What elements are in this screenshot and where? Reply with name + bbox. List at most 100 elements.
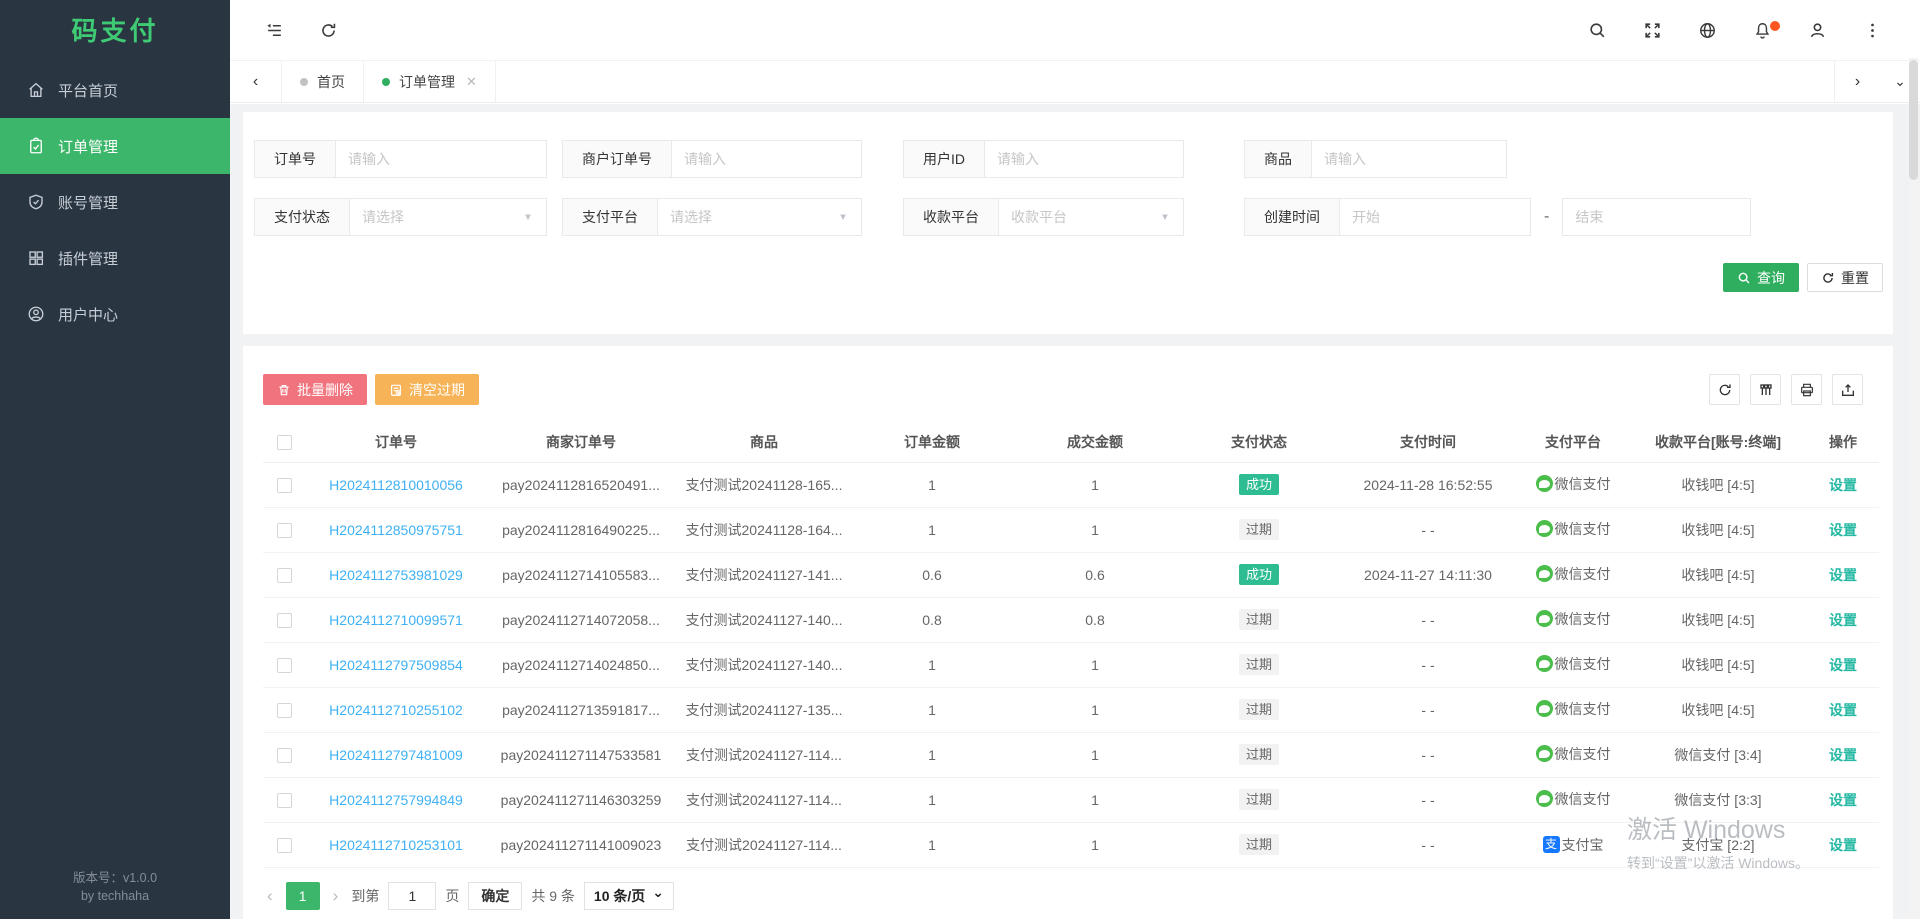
filter-select[interactable]: 请选择 bbox=[658, 199, 861, 235]
print-icon[interactable] bbox=[1791, 374, 1822, 405]
date-end-input[interactable] bbox=[1563, 199, 1750, 235]
order-number-link[interactable]: H2024112710099571 bbox=[329, 612, 463, 628]
wechat-icon bbox=[1536, 610, 1553, 627]
refresh-page-icon[interactable] bbox=[308, 10, 348, 50]
order-number-link[interactable]: H2024112757994849 bbox=[329, 792, 463, 808]
row-checkbox[interactable] bbox=[277, 658, 292, 673]
table-header-row: 订单号商家订单号商品订单金额成交金额支付状态支付时间支付平台收款平台[账号:终端… bbox=[263, 422, 1879, 462]
more-icon[interactable] bbox=[1852, 10, 1892, 50]
export-icon[interactable] bbox=[1832, 374, 1863, 405]
paid-amount-cell: 1 bbox=[1011, 642, 1179, 687]
settings-link[interactable]: 设置 bbox=[1829, 837, 1857, 853]
table-row: H2024112757994849 pay202411271146303259 … bbox=[263, 777, 1879, 822]
settings-link[interactable]: 设置 bbox=[1829, 702, 1857, 718]
settings-link[interactable]: 设置 bbox=[1829, 792, 1857, 808]
table-body: H2024112810010056 pay2024112816520491...… bbox=[263, 462, 1879, 867]
prev-page-icon[interactable] bbox=[263, 886, 277, 906]
filter-select-placeholder: 收款平台 bbox=[1011, 207, 1067, 227]
filter-text-input[interactable] bbox=[1312, 141, 1506, 177]
user-icon[interactable] bbox=[1797, 10, 1837, 50]
filter-text-input[interactable] bbox=[985, 141, 1183, 177]
status-badge: 成功 bbox=[1239, 564, 1279, 586]
column-header: 支付平台 bbox=[1517, 422, 1629, 462]
settings-link[interactable]: 设置 bbox=[1829, 657, 1857, 673]
order-number-link[interactable]: H2024112850975751 bbox=[329, 522, 463, 538]
filter-label: 商户订单号 bbox=[563, 141, 672, 177]
notification-dot bbox=[1770, 21, 1780, 31]
globe-icon[interactable] bbox=[1687, 10, 1727, 50]
goto-confirm-button[interactable]: 确定 bbox=[468, 882, 522, 910]
sidebar-item-home[interactable]: 平台首页 bbox=[0, 62, 230, 118]
row-checkbox[interactable] bbox=[277, 613, 292, 628]
product-cell: 支付测试20241127-135... bbox=[675, 687, 853, 732]
order-number-link[interactable]: H2024112710255102 bbox=[329, 702, 463, 718]
table-refresh-icon[interactable] bbox=[1709, 374, 1740, 405]
filter-select[interactable]: 收款平台 bbox=[999, 199, 1183, 235]
row-checkbox[interactable] bbox=[277, 838, 292, 853]
tab-scroll-left-icon[interactable]: ‹ bbox=[230, 61, 282, 102]
order-number-link[interactable]: H2024112797509854 bbox=[329, 657, 463, 673]
row-checkbox[interactable] bbox=[277, 523, 292, 538]
filter-label: 创建时间 bbox=[1245, 199, 1340, 235]
current-page-button[interactable]: 1 bbox=[286, 882, 320, 910]
row-checkbox[interactable] bbox=[277, 478, 292, 493]
sidebar-item-plugin[interactable]: 插件管理 bbox=[0, 230, 230, 286]
settings-link[interactable]: 设置 bbox=[1829, 567, 1857, 583]
filter-select[interactable]: 请选择 bbox=[350, 199, 546, 235]
filter-select-placeholder: 请选择 bbox=[362, 207, 404, 227]
column-filter-icon[interactable] bbox=[1750, 374, 1781, 405]
order-amount-cell: 1 bbox=[853, 732, 1011, 777]
page-size-select[interactable]: 10 条/页 bbox=[584, 882, 674, 910]
sidebar-item-order[interactable]: 订单管理 bbox=[0, 118, 230, 174]
fullscreen-icon[interactable] bbox=[1632, 10, 1672, 50]
merchant-order-cell: pay2024112714072058... bbox=[487, 597, 675, 642]
filter-label: 支付状态 bbox=[255, 199, 350, 235]
row-checkbox[interactable] bbox=[277, 793, 292, 808]
paid-amount-cell: 1 bbox=[1011, 687, 1179, 732]
product-cell: 支付测试20241128-165... bbox=[675, 462, 853, 507]
tab-status-dot bbox=[382, 78, 390, 86]
header-select-all bbox=[263, 422, 305, 462]
product-cell: 支付测试20241127-114... bbox=[675, 732, 853, 777]
bell-icon[interactable] bbox=[1742, 10, 1782, 50]
tab-首页[interactable]: 首页 bbox=[282, 61, 364, 102]
clear-expired-button[interactable]: 清空过期 bbox=[375, 374, 479, 405]
date-start-input[interactable] bbox=[1340, 199, 1530, 235]
next-page-icon[interactable] bbox=[329, 886, 343, 906]
merchant-order-cell: pay202411271141009023 bbox=[487, 822, 675, 867]
settings-link[interactable]: 设置 bbox=[1829, 477, 1857, 493]
filter-text-input[interactable] bbox=[336, 141, 546, 177]
collapse-menu-icon[interactable] bbox=[254, 10, 294, 50]
row-checkbox[interactable] bbox=[277, 568, 292, 583]
order-number-link[interactable]: H2024112797481009 bbox=[329, 747, 463, 763]
filter-text-input[interactable] bbox=[672, 141, 861, 177]
order-number-link[interactable]: H2024112753981029 bbox=[329, 567, 463, 583]
query-button[interactable]: 查询 bbox=[1723, 263, 1799, 292]
row-checkbox[interactable] bbox=[277, 703, 292, 718]
reset-button[interactable]: 重置 bbox=[1807, 263, 1883, 292]
merchant-order-cell: pay2024112816520491... bbox=[487, 462, 675, 507]
tab-scroll-right-icon[interactable]: › bbox=[1834, 61, 1880, 102]
settings-link[interactable]: 设置 bbox=[1829, 522, 1857, 538]
settings-link[interactable]: 设置 bbox=[1829, 612, 1857, 628]
order-amount-cell: 0.6 bbox=[853, 552, 1011, 597]
order-number-link[interactable]: H2024112710253101 bbox=[329, 837, 463, 853]
goto-page-input[interactable] bbox=[388, 882, 436, 910]
pay-time-cell: 2024-11-27 14:11:30 bbox=[1339, 552, 1517, 597]
row-checkbox[interactable] bbox=[277, 748, 292, 763]
batch-delete-button[interactable]: 批量删除 bbox=[263, 374, 367, 405]
tab-订单管理[interactable]: 订单管理 bbox=[364, 61, 496, 102]
order-amount-cell: 1 bbox=[853, 462, 1011, 507]
sidebar-item-user[interactable]: 用户中心 bbox=[0, 286, 230, 342]
scrollbar-thumb[interactable] bbox=[1909, 60, 1918, 180]
table-row: H2024112797509854 pay2024112714024850...… bbox=[263, 642, 1879, 687]
settings-link[interactable]: 设置 bbox=[1829, 747, 1857, 763]
table-row: H2024112710099571 pay2024112714072058...… bbox=[263, 597, 1879, 642]
sidebar-item-account[interactable]: 账号管理 bbox=[0, 174, 230, 230]
order-number-link[interactable]: H2024112810010056 bbox=[329, 477, 463, 493]
select-all-checkbox[interactable] bbox=[277, 435, 292, 450]
product-cell: 支付测试20241127-114... bbox=[675, 777, 853, 822]
tab-close-icon[interactable] bbox=[466, 74, 477, 90]
search-icon[interactable] bbox=[1577, 10, 1617, 50]
wechat-icon bbox=[1536, 745, 1553, 762]
